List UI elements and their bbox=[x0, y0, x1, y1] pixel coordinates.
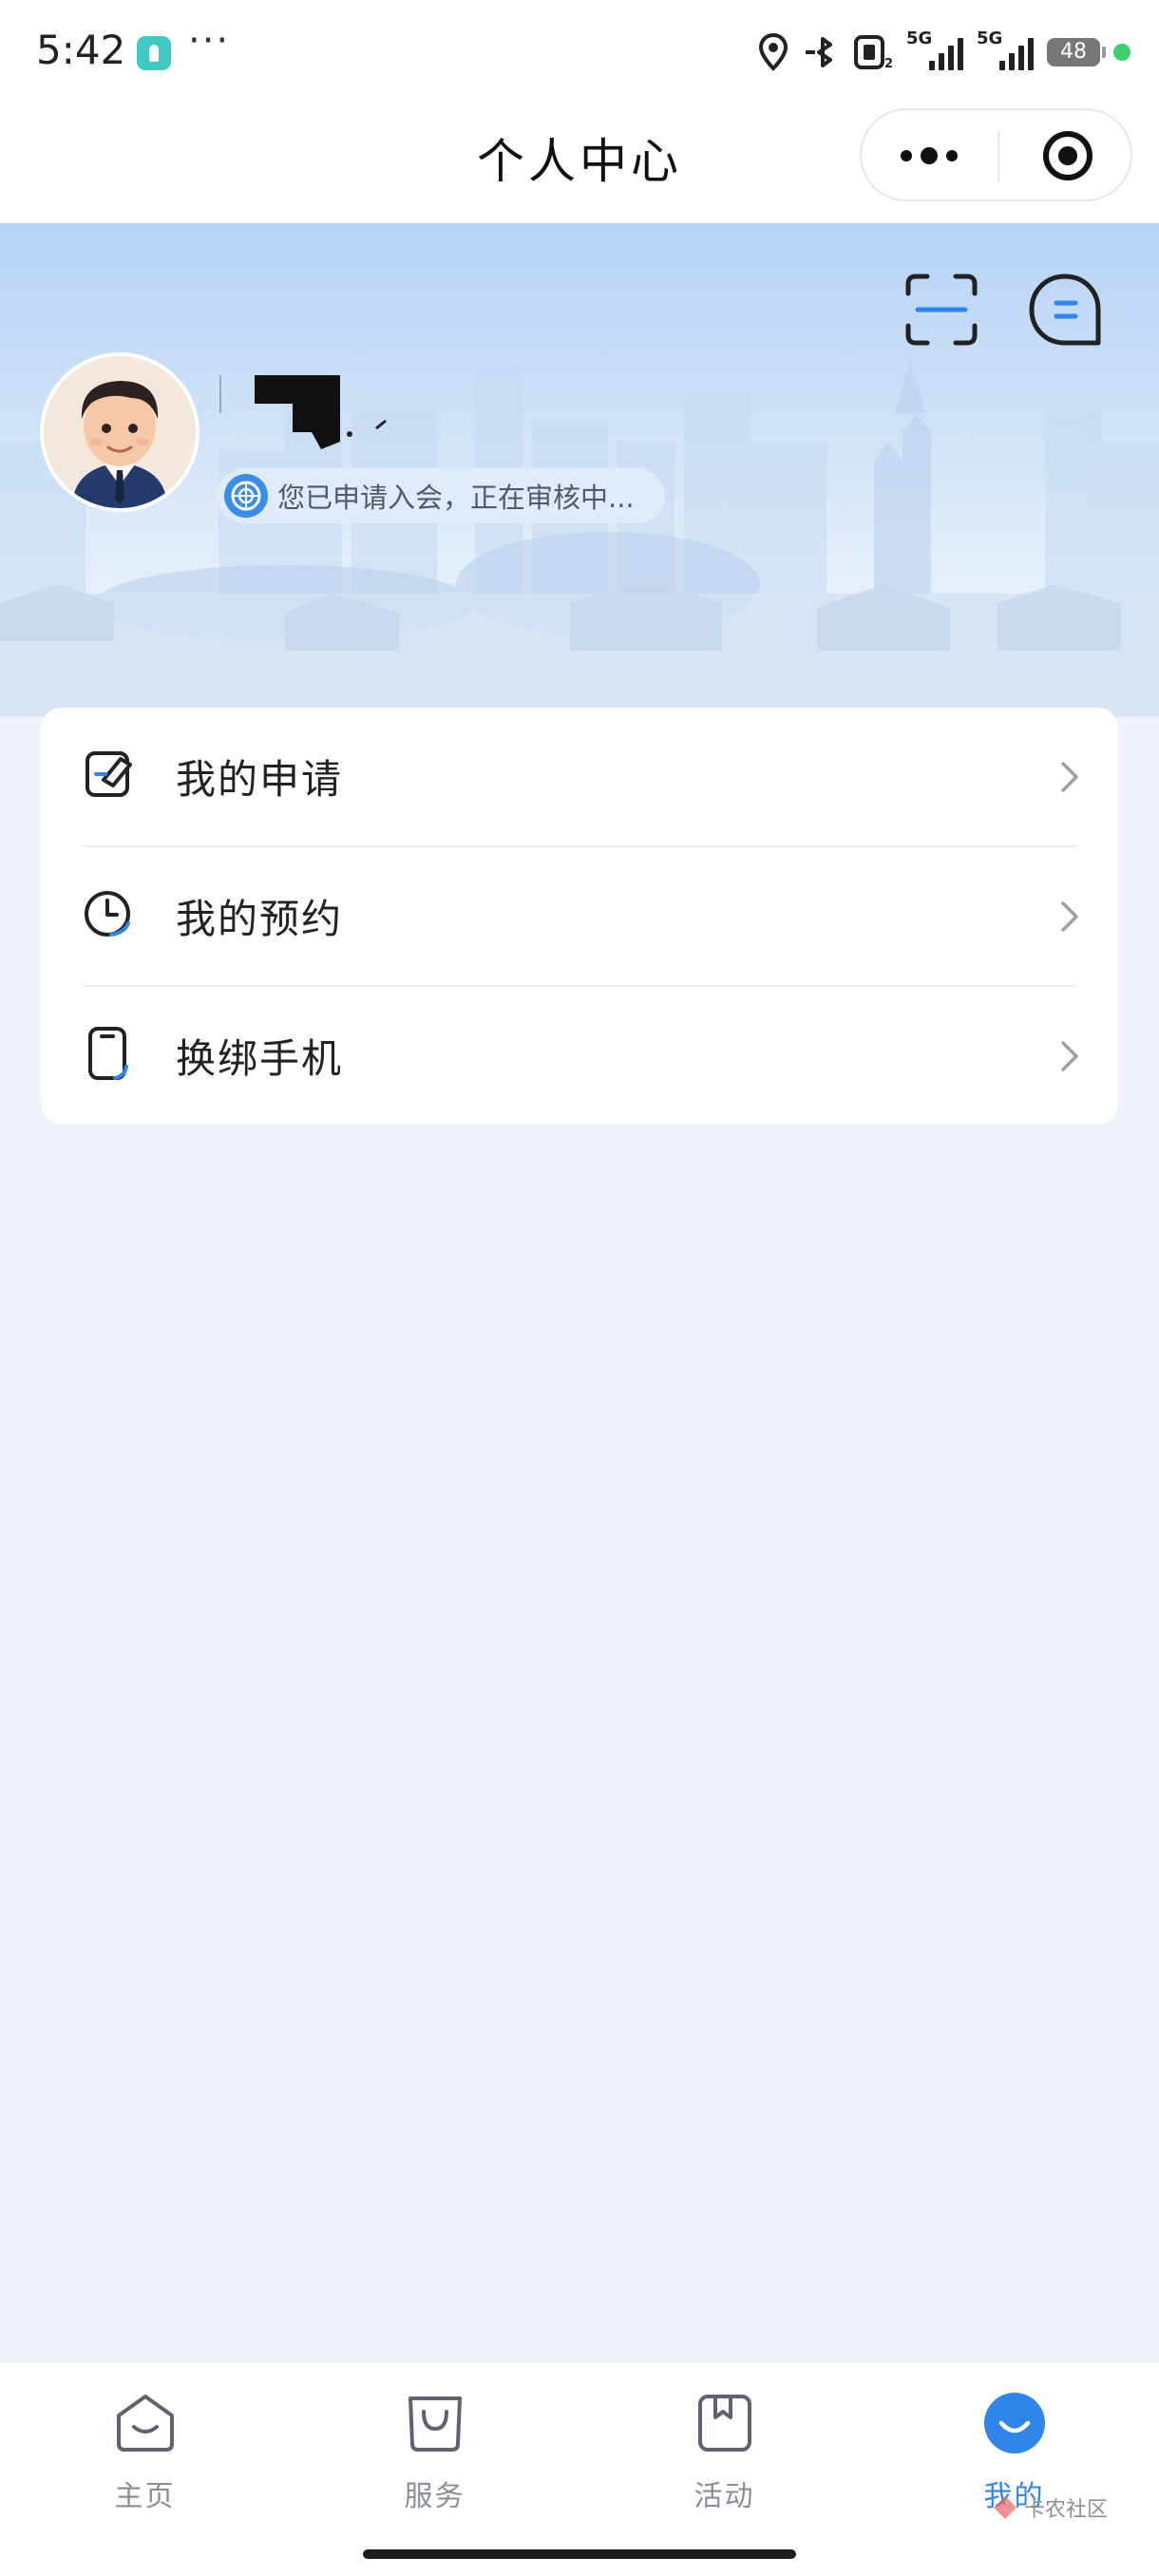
menu-item-label: 我的预约 bbox=[176, 896, 344, 942]
clock-icon bbox=[85, 891, 130, 937]
signal-icon-1: 5G bbox=[906, 28, 963, 72]
user-name-redacted bbox=[219, 375, 387, 449]
more-dots-icon bbox=[901, 147, 958, 164]
chevron-right-icon bbox=[1061, 901, 1078, 932]
home-indicator[interactable] bbox=[363, 2549, 796, 2559]
home-icon bbox=[117, 2395, 174, 2452]
status-bar: 5:42 ··· 2 5G 5G 48 bbox=[0, 0, 1159, 100]
gesture-bar-area bbox=[0, 2530, 1159, 2576]
menu-item-rebind-phone[interactable]: 换绑手机 bbox=[41, 987, 1118, 1125]
avatar-illustration bbox=[44, 356, 196, 508]
chevron-right-icon bbox=[1061, 1041, 1078, 1071]
nav-label: 服务 bbox=[404, 2480, 466, 2513]
close-miniprogram-button[interactable] bbox=[999, 110, 1132, 201]
status-time: 5:42 bbox=[36, 27, 126, 73]
page: 5:42 ··· 2 5G 5G 48 个人中心 您已申请入会，正在审核中...… bbox=[0, 0, 1159, 2576]
menu-item-my-appointments[interactable]: 我的预约 bbox=[41, 847, 1118, 985]
watermark-text: 卡农社区 bbox=[1024, 2498, 1109, 2522]
more-button[interactable] bbox=[862, 110, 997, 201]
avatar[interactable] bbox=[40, 352, 200, 512]
phone-icon bbox=[88, 1027, 128, 1080]
nav-item-activities[interactable]: 活动 bbox=[580, 2362, 869, 2531]
bluetooth-icon bbox=[806, 37, 832, 67]
nav-item-home[interactable]: 主页 bbox=[0, 2362, 290, 2531]
menu-card: 我的申请 我的预约 换绑手机 bbox=[41, 708, 1118, 1124]
bottom-nav: 主页 服务 活动 我的 bbox=[0, 2361, 1159, 2530]
signal-icon-2: 5G bbox=[977, 28, 1034, 72]
title-bar: 个人中心 bbox=[0, 100, 1159, 223]
miniprogram-capsule bbox=[860, 108, 1132, 201]
notification-app-icon bbox=[137, 36, 171, 70]
profile-icon bbox=[984, 2393, 1045, 2453]
membership-status-text: 您已申请入会，正在审核中... bbox=[277, 482, 635, 514]
nfc-icon: 2 bbox=[854, 35, 893, 71]
chevron-right-icon bbox=[1061, 762, 1078, 792]
status-indicators: 2 5G 5G 48 bbox=[758, 28, 1130, 74]
application-edit-icon bbox=[86, 751, 132, 797]
scan-icon bbox=[905, 274, 978, 346]
more-notifications-icon: ··· bbox=[188, 19, 231, 63]
location-icon bbox=[758, 33, 788, 71]
target-close-icon bbox=[1043, 131, 1092, 180]
nav-label: 活动 bbox=[694, 2480, 755, 2513]
bookmark-icon bbox=[698, 2395, 751, 2452]
scan-button[interactable] bbox=[904, 273, 978, 347]
menu-item-my-applications[interactable]: 我的申请 bbox=[41, 708, 1118, 845]
battery-icon: 48 bbox=[1047, 38, 1106, 66]
privacy-indicator-dot bbox=[1113, 44, 1130, 61]
membership-status-badge: 您已申请入会，正在审核中... bbox=[217, 468, 665, 523]
profile-header: 您已申请入会，正在审核中... bbox=[0, 223, 1159, 717]
union-logo-icon bbox=[224, 474, 268, 518]
nav-label: 主页 bbox=[114, 2480, 176, 2513]
svg-text:2: 2 bbox=[884, 57, 893, 71]
message-button[interactable] bbox=[1026, 271, 1104, 349]
menu-item-label: 我的申请 bbox=[176, 756, 344, 803]
message-bubble-icon bbox=[1029, 274, 1101, 346]
menu-item-label: 换绑手机 bbox=[176, 1035, 344, 1082]
nav-item-services[interactable]: 服务 bbox=[290, 2362, 580, 2531]
shopping-bag-icon bbox=[408, 2396, 462, 2452]
